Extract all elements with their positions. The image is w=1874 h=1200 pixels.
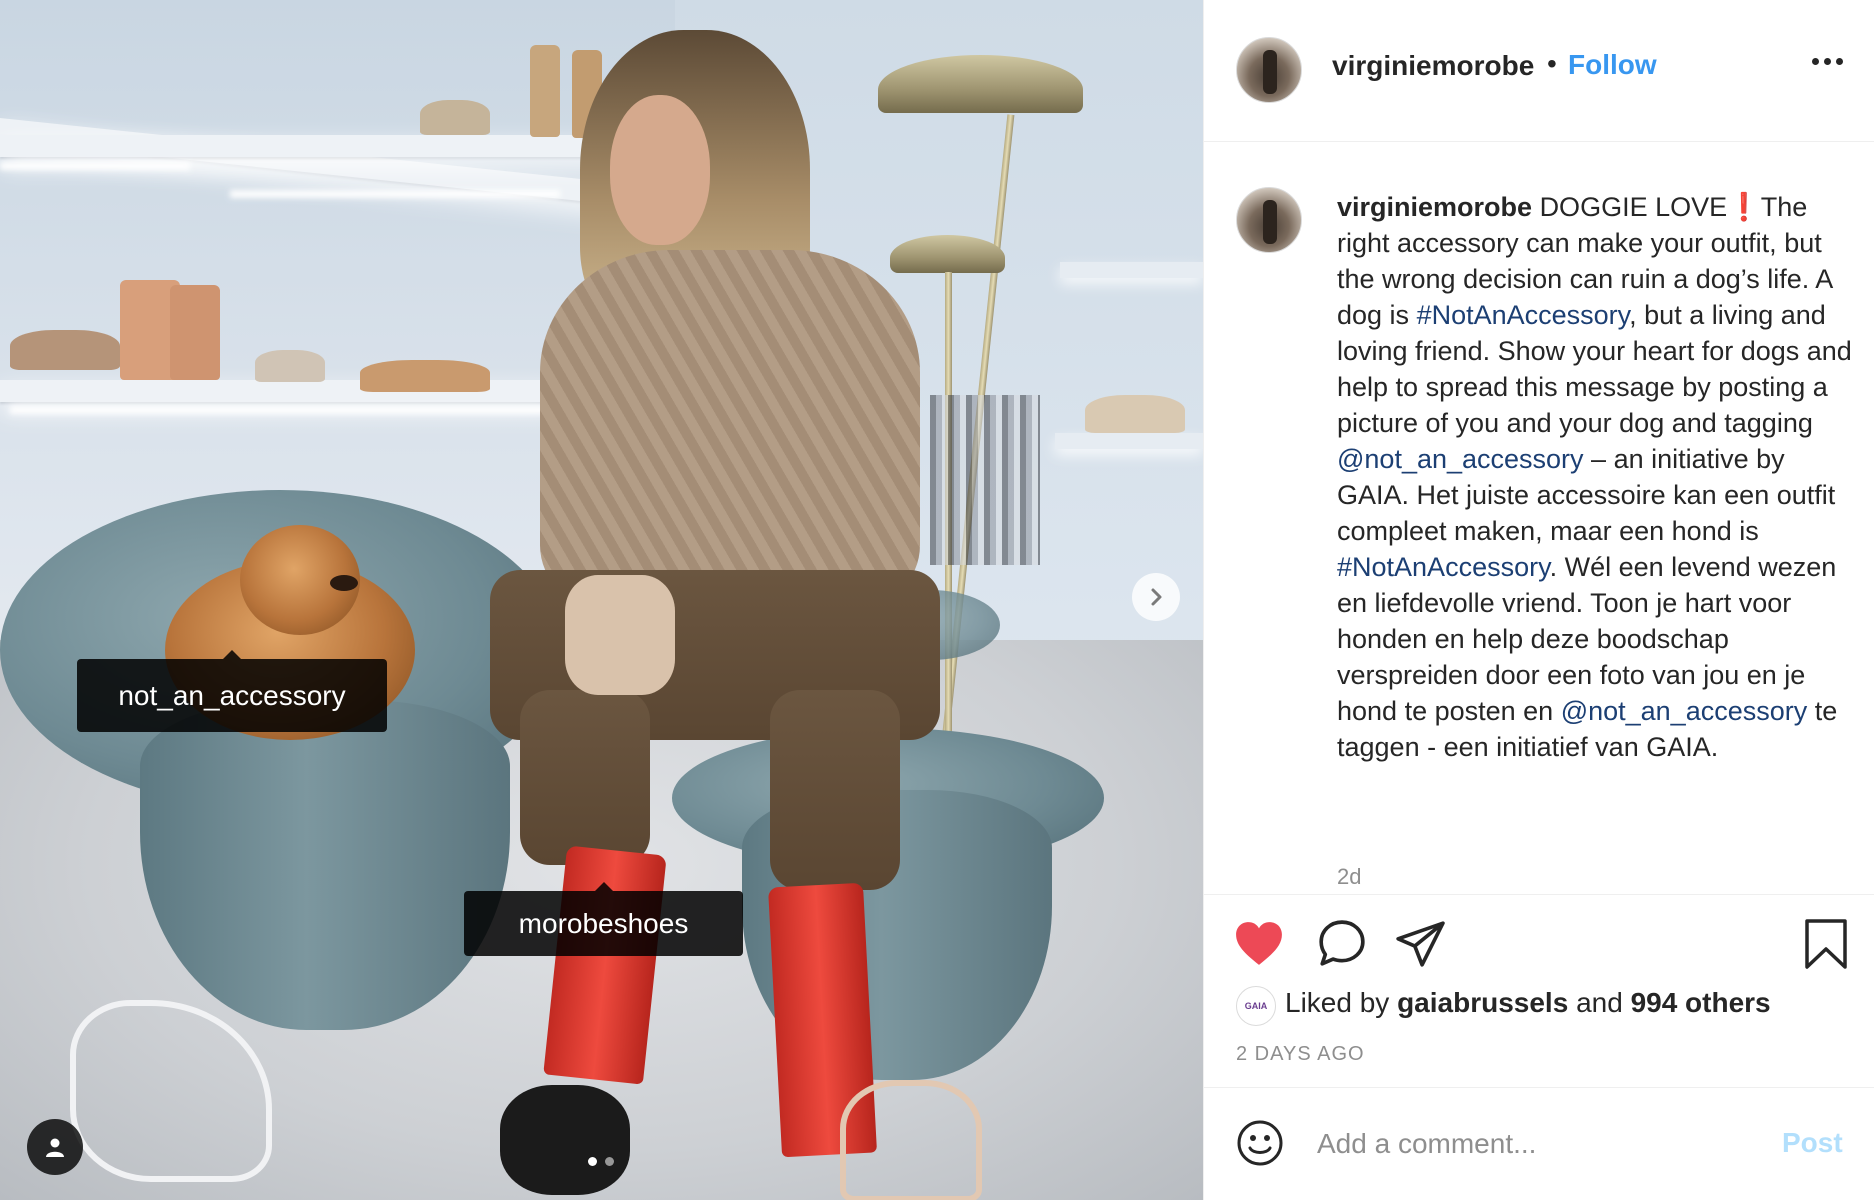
post-comment-button[interactable]: Post [1782, 1127, 1843, 1159]
post-side-panel: virginiemorobe • Follow virginiemorobe D… [1203, 0, 1874, 1200]
tag-label: not_an_accessory [118, 679, 346, 711]
photo-shelf-light [230, 190, 560, 198]
photo-dog-nose [330, 575, 358, 591]
liked-by-user[interactable]: gaiabrussels [1397, 987, 1568, 1018]
comment-divider [1204, 1087, 1874, 1088]
photo-user-tag[interactable]: morobeshoes [464, 882, 743, 956]
photo-shoe [10, 330, 120, 370]
photo-shoe [255, 350, 325, 382]
photo-held-shoe [565, 575, 675, 695]
post-caption: virginiemorobe DOGGIE LOVE❗️The right ac… [1337, 189, 1857, 765]
likes-joiner: and [1576, 987, 1623, 1018]
caption-mention[interactable]: @not_an_accessory [1561, 696, 1808, 726]
photo-boot [530, 45, 560, 137]
photo-shoe [360, 360, 490, 392]
photo-lamp [890, 235, 1005, 273]
photo-face [610, 95, 710, 245]
follow-button[interactable]: Follow [1568, 49, 1657, 81]
like-button[interactable] [1233, 918, 1285, 970]
carousel-dot [605, 1157, 614, 1166]
header-divider [1204, 141, 1874, 142]
likes-summary: Liked by gaiabrussels and 994 others [1285, 987, 1771, 1019]
author-avatar[interactable] [1236, 37, 1302, 103]
carousel-dot-active [588, 1157, 597, 1166]
bookmark-icon [1805, 919, 1847, 969]
heart-filled-icon [1236, 922, 1282, 965]
likes-prefix: Liked by [1285, 987, 1390, 1018]
more-options-icon[interactable] [1812, 58, 1843, 65]
comment-input[interactable] [1317, 1124, 1747, 1164]
carousel-indicator [588, 1157, 614, 1166]
comment-icon [1319, 920, 1365, 966]
caption-divider [1204, 894, 1874, 895]
save-button[interactable] [1800, 918, 1852, 970]
photo-shelf [1055, 433, 1203, 449]
caption-hashtag[interactable]: #NotAnAccessory [1417, 300, 1630, 330]
photo-black-sandal [500, 1085, 630, 1195]
post-timestamp[interactable]: 2 DAYS AGO [1236, 1043, 1365, 1066]
share-button[interactable] [1394, 918, 1446, 970]
liked-by-avatar-label: GAIA [1244, 1001, 1268, 1011]
show-tags-button[interactable] [27, 1119, 83, 1175]
photo-clothing-rack [930, 395, 1040, 565]
liked-by-avatar[interactable]: GAIA [1236, 986, 1276, 1026]
post-photo[interactable]: not_an_accessory morobeshoes [0, 0, 1203, 1200]
photo-shelf [0, 135, 620, 157]
photo-sweater [540, 250, 920, 610]
photo-shoe [420, 100, 490, 135]
photo-pants-leg [520, 690, 650, 865]
emoji-button[interactable] [1236, 1119, 1284, 1167]
caption-hashtag[interactable]: #NotAnAccessory [1337, 552, 1550, 582]
likes-count[interactable]: 994 others [1631, 987, 1771, 1018]
next-photo-button[interactable] [1132, 573, 1180, 621]
photo-shelf [1060, 262, 1203, 278]
photo-boot [170, 285, 220, 380]
emoji-icon [1237, 1120, 1283, 1166]
photo-nude-sandal [840, 1080, 982, 1200]
comment-button[interactable] [1316, 918, 1368, 970]
header-separator: • [1547, 48, 1557, 79]
photo-shoe [1085, 395, 1185, 433]
photo-shelf-light [10, 406, 550, 414]
chevron-right-icon [1151, 588, 1162, 606]
tag-label: morobeshoes [518, 907, 689, 939]
photo-user-tag[interactable]: not_an_accessory [77, 650, 387, 732]
photo-pants-leg [770, 690, 900, 890]
share-icon [1396, 921, 1445, 967]
photo-shelf-light [0, 162, 190, 170]
caption-text: DOGGIE LOVE❗️The right accessory can mak… [1337, 192, 1852, 762]
caption-mention[interactable]: @not_an_accessory [1337, 444, 1584, 474]
caption-avatar[interactable] [1236, 187, 1302, 253]
caption-username[interactable]: virginiemorobe [1337, 192, 1532, 222]
caption-time[interactable]: 2d [1337, 864, 1361, 890]
author-username[interactable]: virginiemorobe [1332, 50, 1534, 82]
person-icon [46, 1138, 64, 1157]
